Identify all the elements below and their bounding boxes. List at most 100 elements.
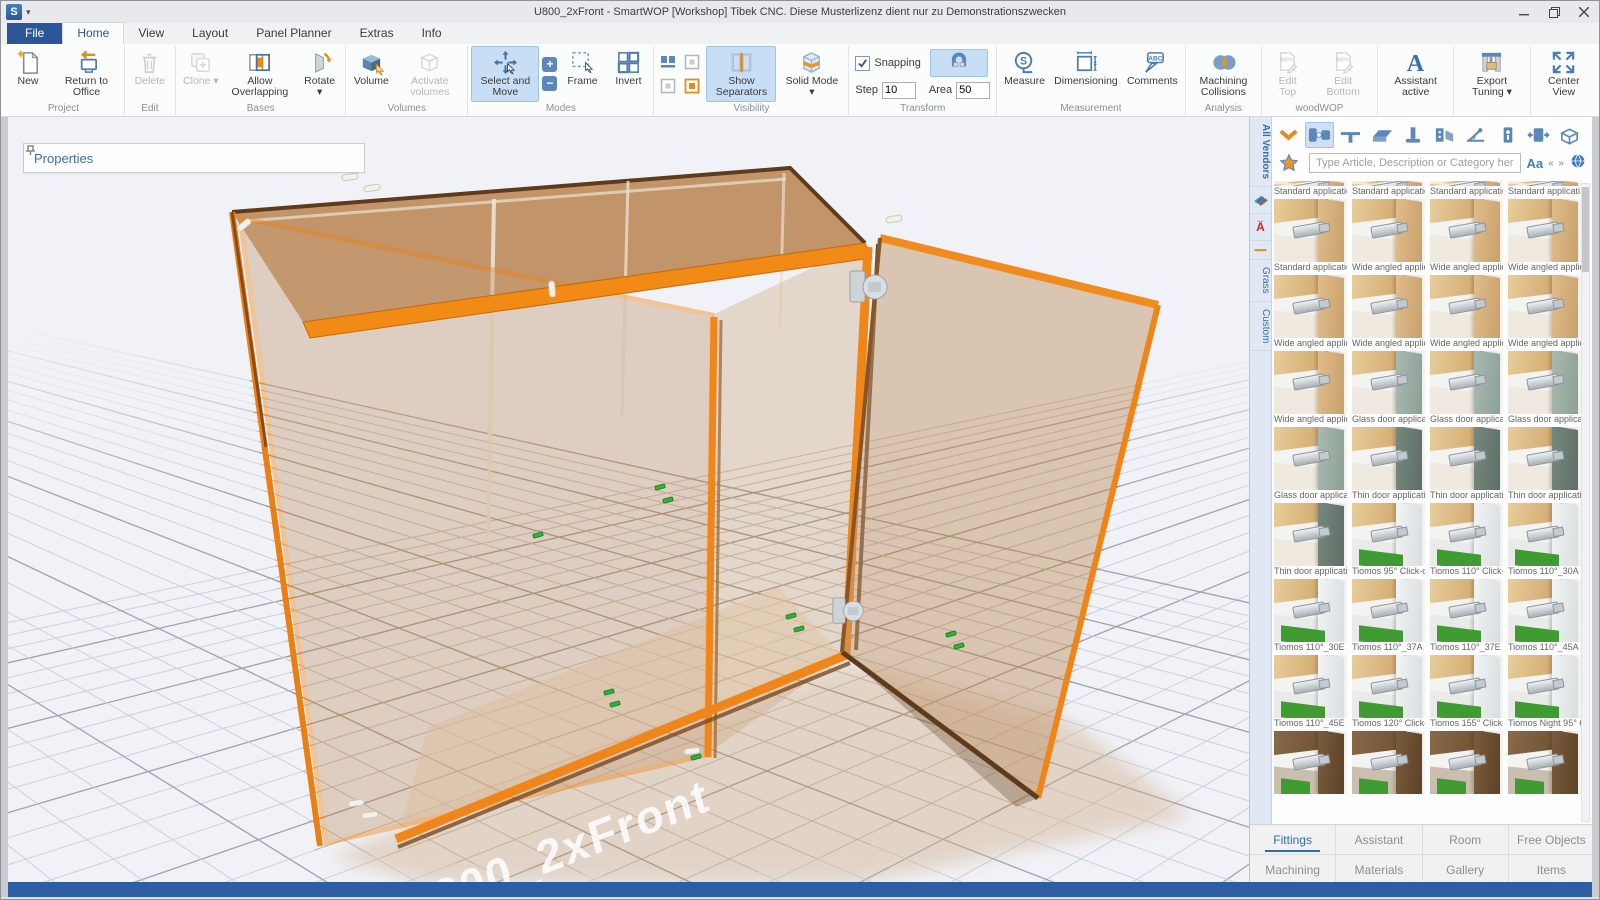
hinge-category-icon[interactable]	[1305, 122, 1333, 148]
panel-tab-items[interactable]: Items	[1509, 855, 1594, 884]
fitting-item[interactable]: Tiomos 110°_37A Cl...	[1352, 579, 1425, 653]
vendor-tab-grass[interactable]: Grass	[1250, 260, 1271, 302]
rotate-button[interactable]: Rotate ▾	[297, 46, 343, 102]
frame-button[interactable]: Frame	[560, 46, 604, 102]
fitting-thumbnail[interactable]	[1352, 275, 1425, 338]
fitting-thumbnail[interactable]	[1352, 199, 1425, 262]
fitting-item[interactable]: Wide angled applica...	[1274, 275, 1347, 349]
fitting-thumbnail[interactable]	[1430, 199, 1503, 262]
visibility-panels-button[interactable]	[660, 54, 677, 71]
text-size-toggle[interactable]: Aa	[1526, 156, 1543, 171]
snapping-toggle[interactable]: Snapping	[855, 56, 921, 71]
properties-panel[interactable]: Properties	[23, 143, 365, 173]
step-input[interactable]	[882, 82, 916, 99]
search-input[interactable]	[1309, 153, 1521, 173]
scrollbar-thumb[interactable]	[1582, 187, 1589, 272]
fitting-thumbnail[interactable]	[1274, 579, 1347, 642]
fitting-item[interactable]: Wide angled applica...	[1352, 199, 1425, 273]
fitting-item[interactable]	[1352, 731, 1425, 794]
app-logo-icon[interactable]: S	[6, 4, 22, 20]
dimensioning-button[interactable]: Dimensioning	[1051, 46, 1121, 102]
fitting-thumbnail[interactable]	[1430, 351, 1503, 414]
fitting-thumbnail[interactable]	[1352, 579, 1425, 642]
center-view-button[interactable]: Center View	[1532, 46, 1596, 116]
fitting-item[interactable]: Thin door applicatio...	[1430, 427, 1503, 501]
menu-tab-info[interactable]: Info	[408, 23, 456, 44]
panel-tab-gallery[interactable]: Gallery	[1423, 855, 1509, 884]
fitting-thumbnail[interactable]	[1430, 427, 1503, 490]
area-input[interactable]	[956, 82, 990, 99]
shelf-support-category-icon[interactable]	[1337, 122, 1365, 148]
edit-top-button[interactable]: MPREdit Top	[1265, 46, 1310, 102]
fitting-item[interactable]: Tiomos 110°_37E Cl...	[1430, 579, 1503, 653]
visibility-inner-orange-button[interactable]	[684, 78, 701, 95]
fitting-thumbnail[interactable]	[1508, 655, 1581, 718]
fitting-thumbnail[interactable]	[1352, 731, 1425, 794]
new-button[interactable]: New	[6, 46, 50, 102]
comments-button[interactable]: ABCComments	[1123, 46, 1182, 102]
door-mount-category-icon[interactable]	[1493, 122, 1521, 148]
fitting-thumbnail[interactable]	[1352, 351, 1425, 414]
fitting-thumbnail[interactable]	[1352, 655, 1425, 718]
fitting-thumbnail[interactable]	[1274, 731, 1347, 794]
edit-bottom-button[interactable]: MPREdit Bottom	[1312, 46, 1374, 102]
fitting-thumbnail[interactable]	[1508, 275, 1581, 338]
vendor-tab-all-vendors[interactable]: All Vendors	[1250, 117, 1271, 187]
fitting-item[interactable]	[1430, 731, 1503, 794]
fitting-thumbnail[interactable]	[1508, 199, 1581, 262]
drawer-category-icon[interactable]	[1368, 122, 1396, 148]
bracket-category-icon[interactable]	[1430, 122, 1458, 148]
fitting-thumbnail[interactable]	[1274, 199, 1347, 262]
fitting-thumbnail[interactable]	[1274, 427, 1347, 490]
snapping-checkbox[interactable]	[855, 56, 870, 71]
cabinet-model[interactable]	[232, 168, 1158, 847]
restore-button[interactable]	[1539, 1, 1569, 23]
show-separators-button[interactable]: Show Separators	[706, 46, 776, 102]
fitting-thumbnail[interactable]	[1430, 655, 1503, 718]
fitting-item[interactable]: Standard applicatio...	[1352, 181, 1425, 197]
select-and-move-button[interactable]: Select and Move	[471, 46, 539, 102]
fitting-item[interactable]: Glass door applicati...	[1274, 427, 1347, 501]
activate-volumes-button[interactable]: Activate volumes	[395, 46, 464, 102]
fitting-item[interactable]: Wide angled applica...	[1352, 275, 1425, 349]
panel-tab-assistant[interactable]: Assistant	[1336, 825, 1422, 854]
fitting-item[interactable]: Thin door applicatio...	[1352, 427, 1425, 501]
menu-tab-file[interactable]: File	[7, 23, 62, 44]
vendor-logo-stripes[interactable]	[1250, 187, 1271, 214]
fitting-item[interactable]	[1274, 731, 1347, 794]
fitting-item[interactable]: Thin door applicatio...	[1508, 427, 1581, 501]
vendor-logo-orange[interactable]: ▬▬	[1250, 241, 1271, 260]
fitting-item[interactable]: Wide angled applica...	[1274, 351, 1347, 425]
fitting-item[interactable]: Tiomos Night 95° Cl...	[1508, 655, 1581, 729]
close-button[interactable]	[1569, 1, 1599, 23]
solid-mode-button[interactable]: Solid Mode ▾	[778, 46, 845, 102]
fitting-item[interactable]: Tiomos 95° Click-on	[1352, 503, 1425, 577]
fitting-thumbnail[interactable]	[1352, 427, 1425, 490]
panel-tab-room[interactable]: Room	[1423, 825, 1509, 854]
fitting-thumbnail[interactable]	[1508, 181, 1581, 186]
fitting-item[interactable]: Tiomos 110°_30A Cl...	[1508, 503, 1581, 577]
quote-search-toggle[interactable]: « »	[1548, 158, 1565, 169]
vendor-tab-custom[interactable]: Custom	[1250, 302, 1271, 351]
assistant-active-button[interactable]: AAssistant active	[1381, 46, 1450, 113]
fitting-item[interactable]: Standard applicatio...	[1274, 199, 1347, 273]
fitting-thumbnail[interactable]	[1508, 503, 1581, 566]
fitting-thumbnail[interactable]	[1274, 181, 1347, 186]
fitting-thumbnail[interactable]	[1430, 275, 1503, 338]
panel-tab-fittings[interactable]: Fittings	[1250, 825, 1336, 854]
fitting-thumbnail[interactable]	[1274, 655, 1347, 718]
quick-access-caret-icon[interactable]: ▾	[26, 7, 31, 18]
return-to-office-button[interactable]: Return to Office	[52, 46, 121, 102]
add-button[interactable]: +	[542, 57, 557, 72]
machining-collisions-button[interactable]: Machining Collisions	[1189, 46, 1258, 102]
fitting-item[interactable]: Tiomos 155° Click-on	[1430, 655, 1503, 729]
fitting-thumbnail[interactable]	[1430, 731, 1503, 794]
visibility-inner-gray2-button[interactable]	[660, 78, 677, 95]
menu-tab-home[interactable]: Home	[62, 22, 124, 44]
foot-category-icon[interactable]	[1399, 122, 1427, 148]
flap-stay-category-icon[interactable]	[1462, 122, 1490, 148]
fitting-item[interactable]: Standard applicati...	[1508, 181, 1581, 197]
fitting-item[interactable]: Glass door applicati...	[1508, 351, 1581, 425]
export-tuning-button[interactable]: Export Tuning ▾	[1457, 46, 1526, 113]
minimize-button[interactable]	[1509, 1, 1539, 23]
